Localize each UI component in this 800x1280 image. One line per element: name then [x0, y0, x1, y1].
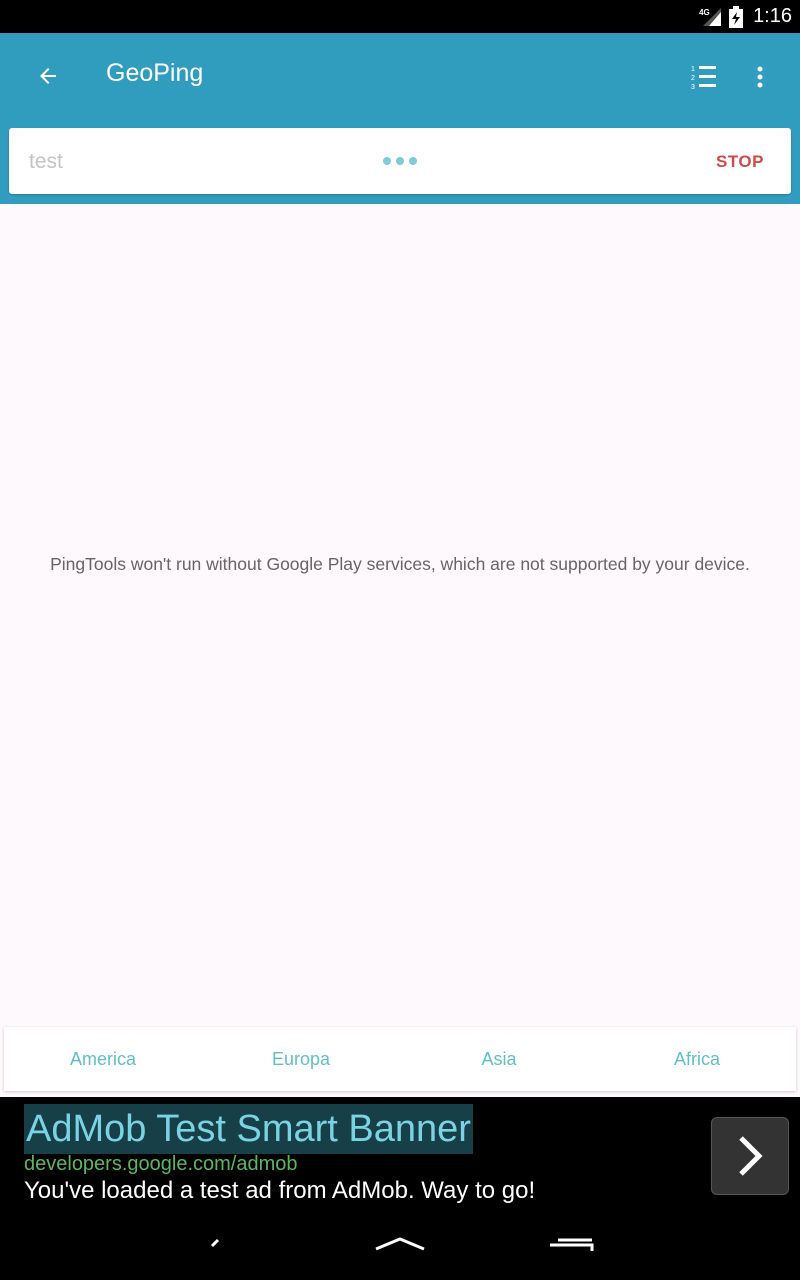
nav-back-icon[interactable] [200, 1237, 224, 1251]
progress-indicator [383, 157, 417, 165]
error-message: PingTools won't run without Google Play … [50, 554, 750, 574]
region-tabs: America Europa Asia Africa [4, 1027, 796, 1091]
status-bar: 4G 1:16 [0, 0, 800, 33]
stop-button[interactable]: STOP [699, 142, 781, 182]
ad-title: AdMob Test Smart Banner [24, 1104, 473, 1154]
tab-asia[interactable]: Asia [400, 1027, 598, 1091]
more-vert-icon [757, 66, 763, 88]
back-arrow-icon [40, 68, 56, 84]
status-time: 1:16 [753, 5, 792, 27]
progress-dot [383, 157, 391, 165]
ad-url: developers.google.com/admob [24, 1153, 298, 1175]
numbered-list-icon: 1 2 3 [691, 66, 716, 91]
main-content: PingTools won't run without Google Play … [0, 204, 800, 1097]
search-card: STOP [9, 128, 791, 194]
host-input[interactable] [29, 148, 349, 176]
ad-open-button[interactable] [711, 1117, 789, 1195]
nav-recents-icon[interactable] [546, 1237, 596, 1251]
svg-text:2: 2 [691, 75, 695, 82]
system-nav-bar [0, 1237, 800, 1280]
battery-icon [729, 5, 744, 28]
nav-home-icon[interactable] [372, 1237, 428, 1251]
chevron-right-icon [739, 1136, 763, 1176]
status-icons: 4G 1:16 [699, 0, 792, 33]
numbered-list-button[interactable]: 1 2 3 [680, 53, 728, 101]
tab-africa[interactable]: Africa [598, 1027, 796, 1091]
app-bar: GeoPing 1 2 3 STOP [0, 33, 800, 204]
back-button[interactable] [24, 52, 72, 100]
tab-europa[interactable]: Europa [202, 1027, 400, 1091]
overflow-menu-button[interactable] [740, 53, 780, 101]
tab-america[interactable]: America [4, 1027, 202, 1091]
progress-dot [409, 157, 417, 165]
ad-body: You've loaded a test ad from AdMob. Way … [24, 1177, 536, 1204]
ad-banner[interactable]: AdMob Test Smart Banner developers.googl… [0, 1097, 800, 1237]
toolbar: GeoPing 1 2 3 [0, 33, 800, 119]
progress-dot [396, 157, 404, 165]
signal-icon: 4G [699, 6, 723, 28]
app-title: GeoPing [106, 59, 204, 87]
svg-text:3: 3 [691, 84, 695, 91]
svg-text:1: 1 [691, 66, 695, 73]
